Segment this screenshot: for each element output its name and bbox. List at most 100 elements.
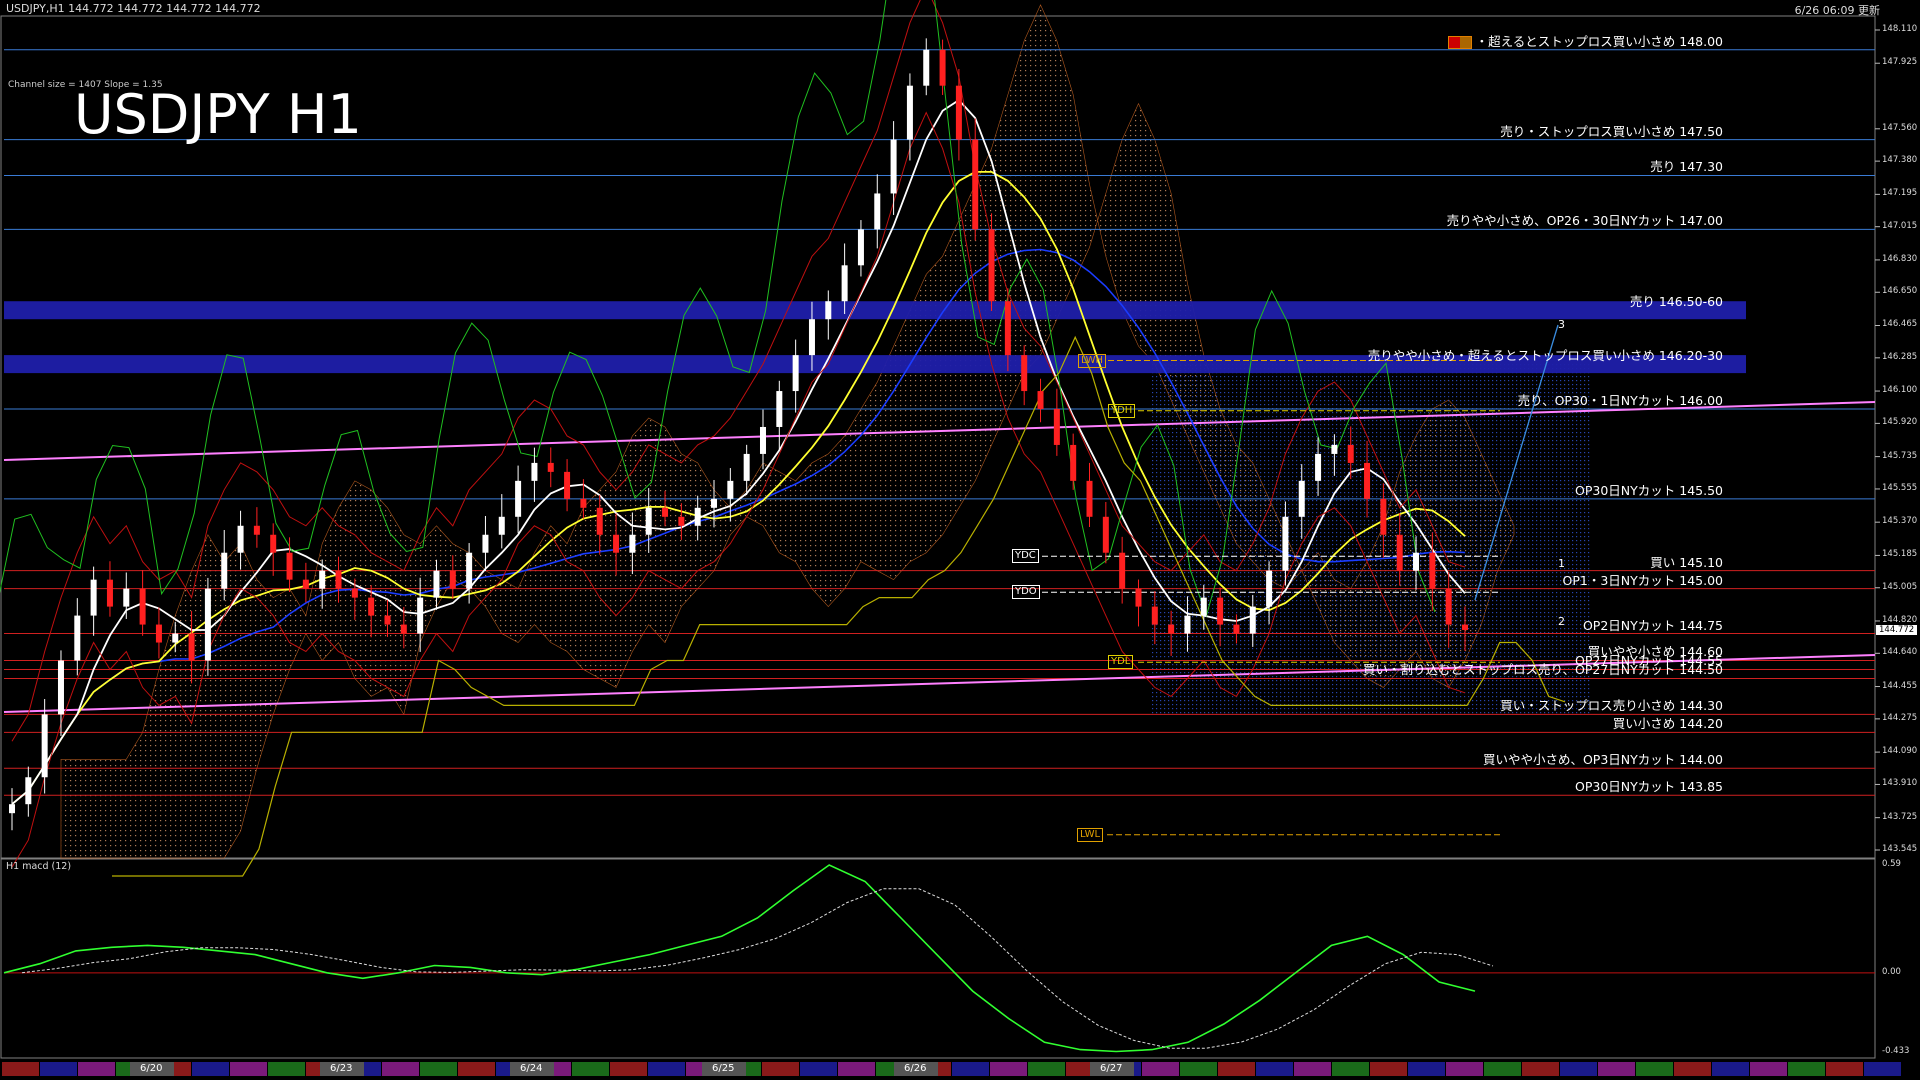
price-tick-label: 144.455	[1882, 680, 1918, 691]
candle-down	[1462, 624, 1468, 630]
candle-down	[106, 579, 113, 607]
session-block	[40, 1062, 77, 1076]
price-tick-label: 147.195	[1882, 188, 1918, 199]
candle-up	[531, 462, 538, 481]
candle-down	[1070, 444, 1077, 481]
candle-up	[1249, 606, 1256, 634]
price-chart	[0, 0, 1901, 1076]
session-block	[420, 1062, 457, 1076]
session-block	[230, 1062, 267, 1076]
candle-up	[727, 480, 734, 499]
sell-zone-band	[4, 301, 1746, 320]
candle-down	[1217, 597, 1224, 625]
current-price-box: 144.772	[1876, 625, 1918, 635]
candle-down	[1102, 516, 1109, 553]
candle-down	[155, 624, 162, 643]
session-block	[1446, 1062, 1483, 1076]
session-block	[572, 1062, 609, 1076]
date-label: 6/24	[520, 1063, 543, 1074]
candle-up	[1298, 480, 1305, 517]
chart-title: USDJPY H1	[74, 83, 362, 146]
candle-down	[1233, 624, 1240, 634]
session-block	[1256, 1062, 1293, 1076]
price-tick-label: 146.285	[1882, 351, 1918, 362]
price-tick-label: 148.110	[1882, 24, 1918, 34]
candle-up	[792, 355, 799, 392]
date-label: 6/25	[712, 1063, 735, 1074]
session-block	[838, 1062, 875, 1076]
annotation-label: 買いやや小さめ、OP3日NYカット 144.00	[1482, 752, 1723, 768]
macd-main-line	[3, 864, 1476, 1053]
candle-down	[678, 516, 685, 526]
macd-tick-label: 0.00	[1882, 966, 1901, 977]
price-tick-label: 147.015	[1882, 220, 1918, 231]
macd-panel-border	[0, 858, 1876, 1059]
candle-down	[547, 462, 554, 472]
level-label-lwh: LWH	[1078, 353, 1107, 368]
candle-down	[302, 579, 309, 589]
candle-up	[482, 534, 489, 553]
candle-up	[41, 714, 48, 778]
date-label: 6/27	[1100, 1063, 1123, 1074]
session-block	[1674, 1062, 1711, 1076]
annotation-label: 買い・ストップロス売り小さめ 144.30	[1500, 698, 1723, 714]
macd-tick-label: -0.433	[1882, 1046, 1910, 1056]
candle-up	[9, 804, 15, 814]
candle-down	[335, 570, 342, 589]
wave-label: 2	[1558, 615, 1565, 628]
candle-down	[400, 624, 407, 634]
candle-up	[466, 552, 473, 589]
session-block	[1560, 1062, 1597, 1076]
candle-down	[1037, 391, 1044, 410]
session-block	[1332, 1062, 1369, 1076]
date-strip	[2, 1062, 1901, 1076]
macd-panel	[3, 864, 1875, 1053]
candle-down	[580, 498, 587, 508]
candle-up	[498, 516, 505, 535]
candle-up	[711, 498, 718, 508]
session-block	[1028, 1062, 1065, 1076]
wave-label: 3	[1558, 318, 1565, 331]
candle-down	[564, 471, 571, 499]
session-block	[1408, 1062, 1445, 1076]
annotation-label: 売りやや小さめ、OP26・30日NYカット 147.00	[1446, 213, 1723, 229]
candle-down	[662, 507, 669, 517]
candle-up	[906, 85, 913, 140]
candle-down	[449, 570, 456, 589]
candle-up	[433, 570, 440, 598]
symbol-info: USDJPY,H1 144.772 144.772 144.772 144.77…	[6, 2, 261, 15]
candle-up	[417, 597, 424, 634]
session-block	[268, 1062, 305, 1076]
annotation-label: 買い 145.10	[1650, 554, 1723, 570]
candle-up	[890, 139, 897, 194]
session-block	[762, 1062, 799, 1076]
candle-up	[825, 301, 832, 320]
candle-down	[351, 588, 358, 598]
candle-up	[808, 319, 815, 356]
candle-up	[221, 552, 228, 589]
candle-down	[286, 552, 293, 580]
candle-down	[1364, 462, 1371, 499]
macd-tick-label: 0.59	[1882, 859, 1901, 869]
wave-label: 1	[1558, 557, 1565, 570]
price-tick-label: 143.910	[1882, 778, 1918, 789]
candle-up	[1331, 444, 1338, 454]
candle-up	[74, 615, 81, 661]
candle-up	[857, 229, 864, 266]
candle-up	[776, 391, 783, 427]
candle-down	[253, 525, 260, 535]
price-tick-label: 147.925	[1882, 57, 1918, 68]
price-tick-label: 143.545	[1882, 844, 1918, 854]
candle-up	[1184, 615, 1191, 634]
date-label: 6/23	[330, 1063, 353, 1074]
level-label-lwl: LWL	[1077, 827, 1104, 842]
annotation-label: 買い・割り込むとストップロス売り、OP27日NYカット 144.50	[1363, 662, 1723, 678]
candle-up	[1282, 516, 1289, 571]
session-block	[1218, 1062, 1255, 1076]
level-label-ydl: YDL	[1108, 655, 1134, 670]
annotation-label: 売り 147.30	[1650, 159, 1723, 175]
session-block	[1788, 1062, 1825, 1076]
candle-up	[25, 777, 32, 805]
candle-down	[1021, 355, 1028, 392]
candle-up	[1315, 453, 1322, 481]
